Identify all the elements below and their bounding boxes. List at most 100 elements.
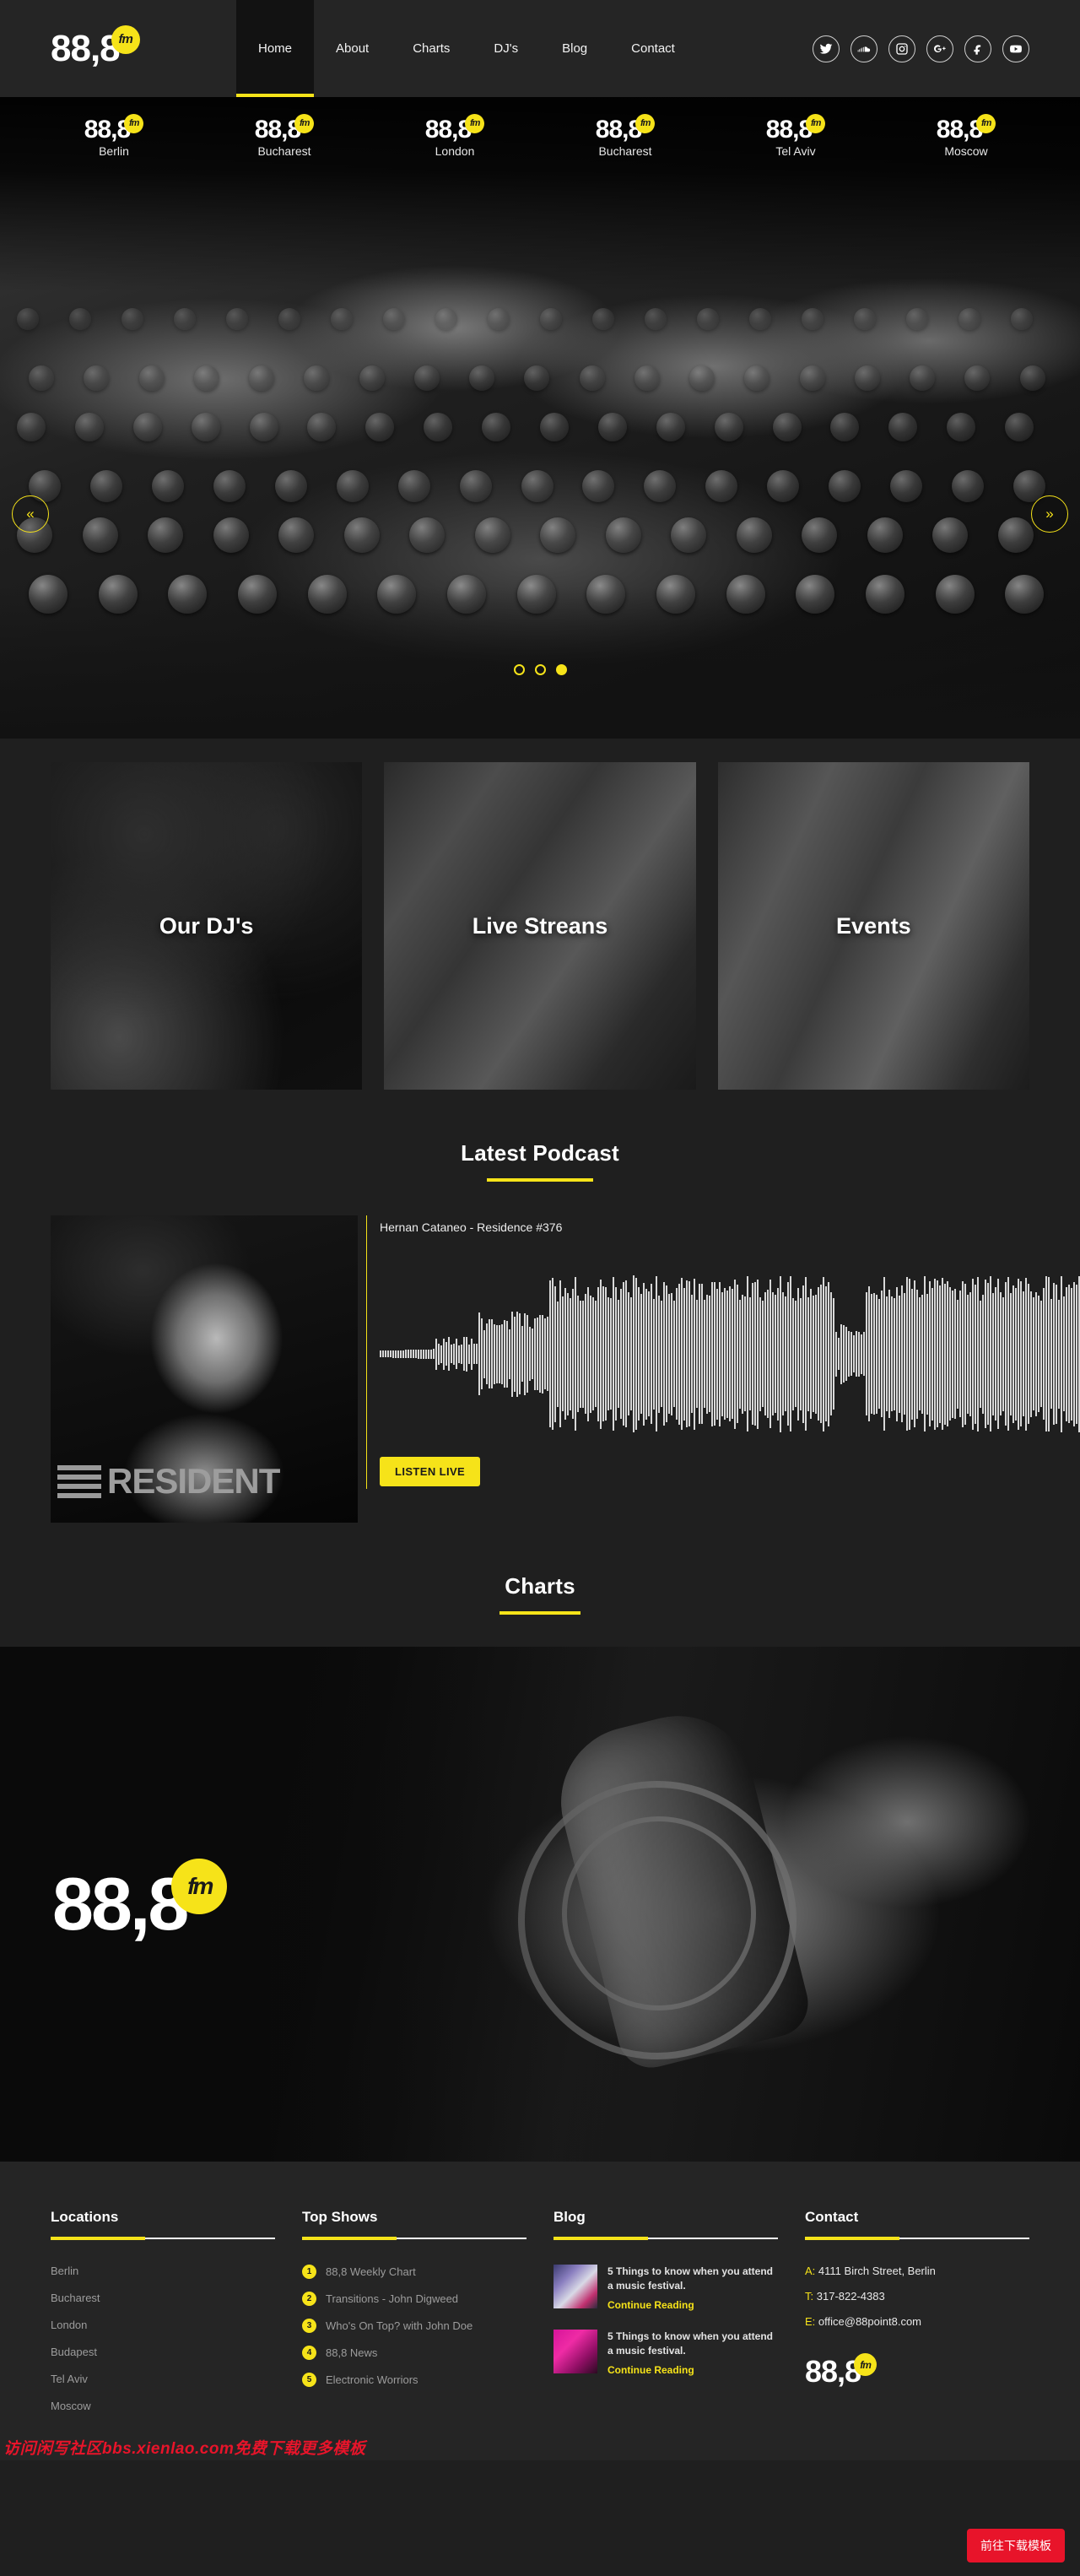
city-name: Tel Aviv (732, 144, 859, 158)
show-rank-badge: 3 (302, 2319, 316, 2333)
resident-bars-icon (57, 1465, 101, 1498)
footer-column-locations: Locations Berlin Bucharest London Budape… (51, 2209, 275, 2427)
footer-show-item[interactable]: 5 Electronic Worriors (302, 2373, 526, 2387)
footer-location-item[interactable]: Budapest (51, 2346, 275, 2358)
footer-location-item[interactable]: Moscow (51, 2400, 275, 2412)
city-item-moscow[interactable]: 88,8 fm Moscow (903, 117, 1029, 158)
city-name: Berlin (51, 144, 177, 158)
youtube-icon[interactable] (1002, 35, 1029, 62)
podcast-artwork-word: RESIDENT (107, 1464, 279, 1499)
blog-post-title: 5 Things to know when you attend a music… (608, 2330, 778, 2359)
city-item-berlin[interactable]: 88,8 fm Berlin (51, 117, 177, 158)
brand-logo[interactable]: 88,8 fm (0, 0, 236, 97)
nav-item-about[interactable]: About (314, 0, 391, 97)
email-value[interactable]: office@88point8.com (818, 2315, 921, 2328)
footer-locations-title: Locations (51, 2209, 275, 2226)
footer-contact-title: Contact (805, 2209, 1029, 2226)
carousel-next-arrow-icon[interactable]: » (1031, 495, 1068, 533)
phone-value[interactable]: 317-822-4383 (817, 2290, 885, 2303)
city-name: Bucharest (221, 144, 348, 158)
footer-location-item[interactable]: London (51, 2319, 275, 2331)
logo-fm-badge: fm (854, 2353, 877, 2376)
show-label: Transitions - John Digweed (326, 2292, 458, 2305)
city-fm-badge: fm (976, 114, 996, 133)
footer-blog-post[interactable]: 5 Things to know when you attend a music… (554, 2330, 778, 2376)
footer-title-underline (805, 2238, 1029, 2239)
google-plus-icon[interactable] (926, 35, 953, 62)
podcast-artwork[interactable]: RESIDENT (51, 1215, 358, 1523)
address-value: 4111 Birch Street, Berlin (818, 2265, 936, 2277)
charts-banner-logo: 88,8 fm (52, 1867, 227, 1941)
download-template-button[interactable]: 前往下载模板 (967, 2529, 1065, 2562)
nav-label: DJ's (494, 41, 518, 56)
city-logo: 88,8 fm (937, 117, 996, 143)
footer-show-item[interactable]: 4 88,8 News (302, 2346, 526, 2360)
email-label: E: (805, 2315, 815, 2328)
latest-podcast-heading: Latest Podcast (0, 1090, 1080, 1182)
footer-title-underline (51, 2238, 275, 2239)
footer-top-shows-title: Top Shows (302, 2209, 526, 2226)
charts-heading: Charts (0, 1523, 1080, 1615)
nav-item-home[interactable]: Home (236, 0, 314, 97)
city-item-tel-aviv[interactable]: 88,8 fm Tel Aviv (732, 117, 859, 158)
category-cards: Our DJ's Live Streans Events (0, 739, 1080, 1090)
show-label: Who's On Top? with John Doe (326, 2319, 472, 2332)
carousel-dot-2[interactable] (535, 664, 546, 675)
footer-show-item[interactable]: 1 88,8 Weekly Chart (302, 2265, 526, 2279)
card-label: Live Streans (472, 913, 608, 939)
main-nav: Home About Charts DJ's Blog Contact (236, 0, 697, 97)
carousel-prev-arrow-icon[interactable]: « (12, 495, 49, 533)
instagram-icon[interactable] (888, 35, 915, 62)
city-logo: 88,8 fm (766, 117, 825, 143)
blog-thumbnail (554, 2265, 597, 2308)
contact-email-row: E: office@88point8.com (805, 2315, 1029, 2328)
nav-item-djs[interactable]: DJ's (472, 0, 540, 97)
nav-item-blog[interactable]: Blog (540, 0, 609, 97)
soundcloud-icon[interactable] (850, 35, 878, 62)
continue-reading-link[interactable]: Continue Reading (608, 2364, 778, 2376)
show-label: 88,8 News (326, 2346, 377, 2359)
site-header: 88,8 fm Home About Charts DJ's Blog Cont… (0, 0, 1080, 97)
card-label: Our DJ's (159, 913, 253, 939)
city-item-bucharest-1[interactable]: 88,8 fm Bucharest (221, 117, 348, 158)
footer-column-contact: Contact A: 4111 Birch Street, Berlin T: … (805, 2209, 1029, 2427)
city-freq: 88,8 (255, 117, 300, 143)
card-label: Events (836, 913, 911, 939)
footer-location-item[interactable]: Tel Aviv (51, 2373, 275, 2385)
show-label: 88,8 Weekly Chart (326, 2265, 416, 2278)
podcast-track-title: Hernan Cataneo - Residence #376 (380, 1220, 1080, 1234)
carousel-dot-1[interactable] (514, 664, 525, 675)
city-freq: 88,8 (84, 117, 130, 143)
card-events[interactable]: Events (718, 762, 1029, 1090)
continue-reading-link[interactable]: Continue Reading (608, 2299, 778, 2311)
facebook-icon[interactable] (964, 35, 991, 62)
charts-banner: 88,8 fm (0, 1647, 1080, 2162)
city-logo: 88,8 fm (255, 117, 314, 143)
section-title-text: Latest Podcast (0, 1140, 1080, 1166)
city-frequency-bar: 88,8 fm Berlin 88,8 fm Bucharest 88,8 fm Lo… (0, 97, 1080, 158)
podcast-artwork-wordmark: RESIDENT (57, 1464, 351, 1499)
city-item-london[interactable]: 88,8 fm London (392, 117, 518, 158)
logo-number: 88,8 (52, 1867, 186, 1941)
address-label: A: (805, 2265, 815, 2277)
audio-waveform[interactable] (380, 1269, 1080, 1438)
footer-column-blog: Blog 5 Things to know when you attend a … (554, 2209, 778, 2427)
listen-live-button[interactable]: LISTEN LIVE (380, 1457, 480, 1486)
logo-fm-badge: fm (111, 25, 140, 54)
footer-location-item[interactable]: Bucharest (51, 2292, 275, 2304)
card-our-djs[interactable]: Our DJ's (51, 762, 362, 1090)
footer-show-item[interactable]: 3 Who's On Top? with John Doe (302, 2319, 526, 2333)
city-freq: 88,8 (766, 117, 812, 143)
footer-column-top-shows: Top Shows 1 88,8 Weekly Chart 2 Transiti… (302, 2209, 526, 2427)
city-item-bucharest-2[interactable]: 88,8 fm Bucharest (562, 117, 688, 158)
city-freq: 88,8 (425, 117, 471, 143)
card-live-streams[interactable]: Live Streans (384, 762, 695, 1090)
nav-item-charts[interactable]: Charts (391, 0, 472, 97)
contact-address-row: A: 4111 Birch Street, Berlin (805, 2265, 1029, 2277)
footer-show-item[interactable]: 2 Transitions - John Digweed (302, 2292, 526, 2306)
nav-item-contact[interactable]: Contact (609, 0, 697, 97)
footer-location-item[interactable]: Berlin (51, 2265, 275, 2277)
twitter-icon[interactable] (813, 35, 840, 62)
footer-blog-post[interactable]: 5 Things to know when you attend a music… (554, 2265, 778, 2311)
carousel-dot-3[interactable] (556, 664, 567, 675)
